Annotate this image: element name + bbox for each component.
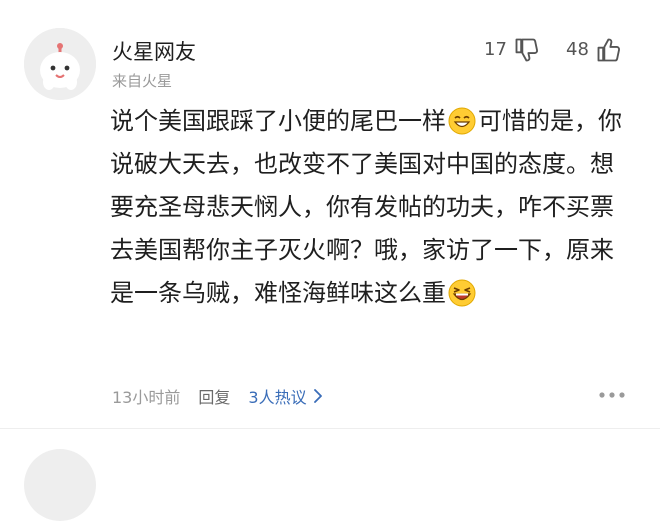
laughing-emoji-icon [448, 279, 476, 307]
thumbs-up-icon [597, 38, 620, 62]
replies-link[interactable]: 3人热议 [248, 384, 322, 408]
grin-emoji-icon [448, 107, 476, 135]
chevron-right-icon [313, 389, 322, 403]
comment-text-line-6: 难怪海鲜味这么重 [254, 279, 446, 307]
source-label: 来自火星 [112, 72, 173, 90]
replies-link-label: 3人热议 [248, 388, 307, 407]
comment-footer: 13小时前 回复 3人热议 [112, 384, 323, 408]
username[interactable]: 火星网友 [112, 36, 196, 66]
comment-time: 13小时前 [112, 388, 181, 407]
downvote-count: 17 [484, 39, 507, 60]
comment-text: 说个美国跟踩了小便的尾巴一样 可惜的是，你说破大天去，也改变不了美国对中国的态度… [110, 100, 630, 315]
user-avatar[interactable] [24, 28, 96, 100]
more-dots-icon [599, 392, 625, 398]
upvote-button[interactable]: 48 [566, 36, 623, 64]
upvote-count: 48 [566, 39, 589, 60]
comment-divider [0, 428, 660, 429]
reply-button[interactable]: 回复 [198, 384, 230, 408]
next-comment-avatar [24, 449, 96, 521]
comment-text-line-1: 说个美国跟踩了小便的尾巴一样 [110, 107, 446, 135]
downvote-button[interactable]: 17 [484, 36, 541, 64]
comment-card: 火星网友 来自火星 17 48 说个美国跟踩了小便的尾巴一样 可惜的是，你说破大… [0, 0, 660, 521]
mars-mascot-avatar-icon [24, 28, 96, 100]
more-options-button[interactable] [598, 386, 626, 405]
thumbs-down-icon [515, 38, 538, 62]
